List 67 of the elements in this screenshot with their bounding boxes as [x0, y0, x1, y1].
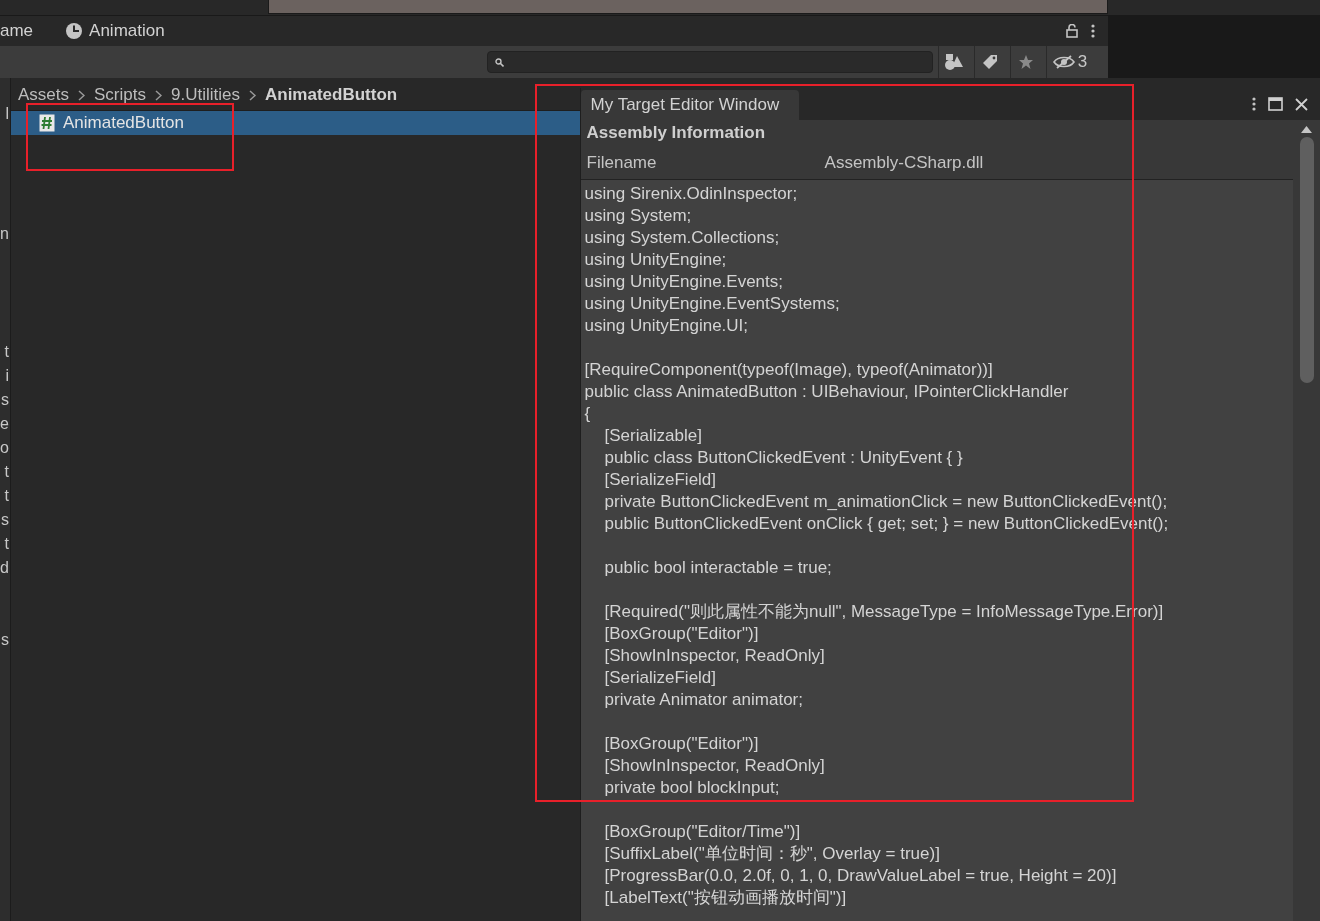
cut-off-label: i — [5, 366, 9, 386]
cut-off-label: o — [0, 438, 9, 458]
window-tab[interactable]: My Target Editor Window — [580, 90, 800, 120]
breadcrumb-item[interactable]: Assets — [18, 85, 70, 105]
chevron-icon — [155, 89, 162, 101]
cut-off-label: s — [1, 510, 9, 530]
code-line: [SuffixLabel("单位时间：秒", Overlay = true)] — [604, 844, 940, 863]
code-line: using UnityEngine; — [584, 250, 727, 269]
code-line: [ProgressBar(0.0, 2.0f, 0, 1, 0, DrawValueLabel = true, Height = 20)] — [604, 866, 1117, 885]
cut-off-label: t — [4, 534, 9, 554]
code-line: [BoxGroup("Editor")] — [604, 734, 759, 753]
code-line: private bool blockInput; — [604, 778, 780, 797]
breadcrumb-item[interactable]: Scripts — [94, 85, 146, 105]
code-line: using System; — [584, 206, 692, 225]
code-line: private Animator animator; — [604, 690, 803, 709]
code-line: using System.Collections; — [584, 228, 780, 247]
code-line: using UnityEngine.UI; — [584, 316, 749, 335]
code-line: [Serializable] — [604, 426, 702, 445]
more-icon[interactable] — [1091, 24, 1095, 38]
cut-off-label: t — [4, 486, 9, 506]
code-line: using Sirenix.OdinInspector; — [584, 184, 798, 203]
script-icon — [39, 114, 55, 132]
close-icon[interactable] — [1295, 97, 1308, 111]
scrollbar-thumb[interactable] — [1299, 137, 1314, 383]
cut-off-label: t — [4, 342, 9, 362]
eye-slash-icon — [1052, 55, 1075, 69]
code-line: [ShowInInspector, ReadOnly] — [604, 756, 825, 775]
code-line: [SerializeField] — [604, 470, 717, 489]
panel-tab[interactable]: ame — [0, 16, 66, 46]
breadcrumb-item[interactable]: 9.Utilities — [171, 85, 240, 105]
cut-off-label: e — [0, 414, 9, 434]
chevron-icon — [248, 89, 256, 101]
scroll-up-icon[interactable] — [1301, 126, 1312, 133]
code-line: public class AnimatedButton : UIBehaviour, IPointerClickHandler — [584, 382, 1069, 401]
clock-icon — [65, 22, 84, 40]
code-line: [ShowInInspector, ReadOnly] — [604, 646, 825, 665]
code-line: [RequireComponent(typeof(Image), typeof(Animator))] — [584, 360, 993, 379]
chevron-icon — [78, 89, 86, 101]
code-line: [BoxGroup("Editor")] — [604, 624, 759, 643]
more-icon[interactable] — [1252, 97, 1256, 111]
cut-off-label: s — [1, 630, 9, 650]
cut-off-label: d — [0, 558, 9, 578]
code-line: [LabelText("按钮动画播放时间")] — [604, 888, 847, 907]
breadcrumb-item[interactable]: AnimatedButton — [264, 85, 398, 105]
tag-icon — [982, 54, 998, 70]
code-line: [BoxGroup("Editor/Time")] — [604, 822, 801, 841]
maximize-icon[interactable] — [1268, 97, 1283, 111]
panel-tab[interactable]: Animation — [65, 16, 193, 46]
code-line: public bool interactable = true; — [604, 558, 832, 577]
field-value: Assembly-CSharp.dll — [824, 153, 984, 173]
search-icon — [495, 57, 504, 67]
code-line: public class ButtonClickedEvent : UnityEvent { } — [604, 448, 963, 467]
search-field[interactable] — [487, 51, 933, 73]
cut-off-label: t — [4, 462, 9, 482]
star-icon — [1018, 54, 1034, 70]
file-row[interactable]: AnimatedButton — [11, 111, 580, 135]
cut-off-label: s — [1, 390, 9, 410]
cut-off-label: n — [0, 224, 9, 244]
code-line: using UnityEngine.Events; — [584, 272, 783, 291]
section-title: Assembly Information — [585, 122, 767, 144]
cut-off-label: l — [5, 104, 9, 124]
code-line: [SerializeField] — [604, 668, 717, 687]
code-line: { — [584, 404, 591, 423]
code-line: using UnityEngine.EventSystems; — [584, 294, 840, 313]
lock-icon[interactable] — [1066, 24, 1078, 38]
shapes-icon — [944, 53, 964, 71]
field-label: Filename — [586, 153, 658, 173]
